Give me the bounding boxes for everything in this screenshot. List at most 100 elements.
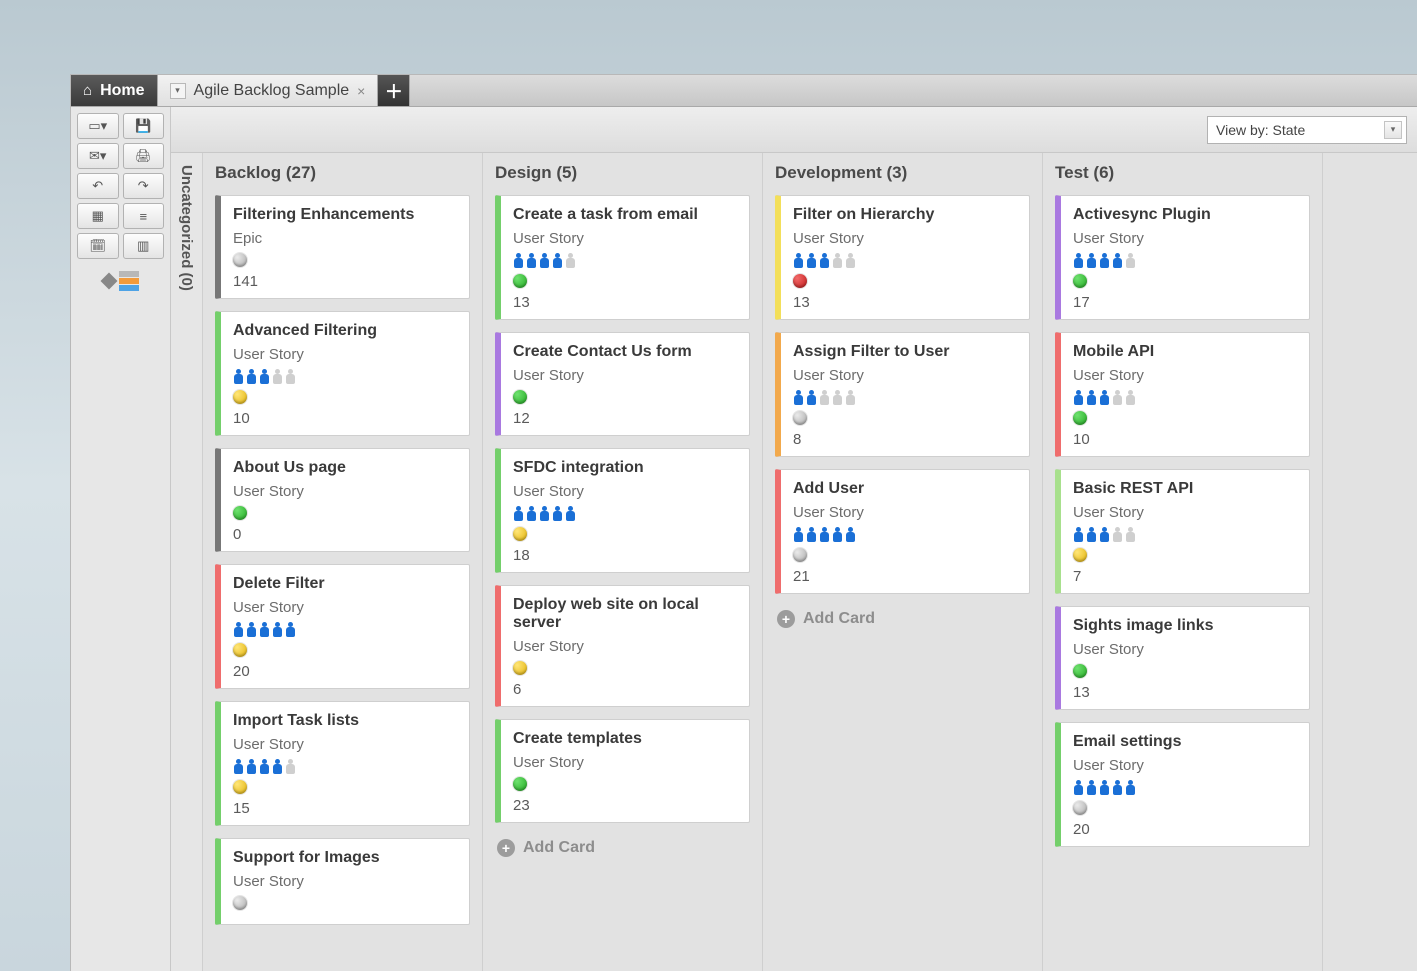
- board-card[interactable]: Create templatesUser Story23: [495, 719, 750, 823]
- card-title: Assign Filter to User: [793, 343, 1017, 361]
- board-card[interactable]: Filter on HierarchyUser Story13: [775, 195, 1030, 320]
- save-button[interactable]: 💾: [123, 113, 165, 139]
- card-people: [793, 253, 1017, 268]
- plus-circle-icon: +: [497, 839, 515, 857]
- left-toolbar: ▭▾ 💾 ✉▾ 🖨 ↶ ↷ ▦ ≡ 🗓 ▥: [71, 107, 171, 971]
- uncategorized-label: Uncategorized (0): [178, 165, 195, 291]
- print-button[interactable]: 🖨: [123, 143, 165, 169]
- status-dot: [1073, 801, 1087, 815]
- grid-button[interactable]: ▦: [77, 203, 119, 229]
- column-header: Design (5): [495, 163, 750, 183]
- new-button[interactable]: ▭▾: [77, 113, 119, 139]
- person-icon: [1086, 390, 1097, 405]
- status-dot: [233, 896, 247, 910]
- chevron-down-icon: ▾: [1384, 121, 1402, 139]
- board-column: Test (6)Activesync PluginUser Story17Mob…: [1043, 153, 1323, 971]
- board-card[interactable]: Assign Filter to UserUser Story8: [775, 332, 1030, 457]
- board-card[interactable]: Add UserUser Story21: [775, 469, 1030, 594]
- card-title: Filtering Enhancements: [233, 206, 457, 224]
- card-footer: [1073, 664, 1297, 678]
- board-columns: Uncategorized (0) Backlog (27) Filtering …: [171, 153, 1417, 971]
- board-card[interactable]: Create Contact Us formUser Story12: [495, 332, 750, 436]
- card-people: [233, 759, 457, 774]
- card-footer: [513, 661, 737, 675]
- board-card[interactable]: Mobile APIUser Story10: [1055, 332, 1310, 457]
- person-icon: [246, 622, 257, 637]
- card-footer: [233, 896, 457, 910]
- card-people: [1073, 253, 1297, 268]
- card-type: User Story: [233, 346, 457, 363]
- column-header: Test (6): [1055, 163, 1310, 183]
- calendar-button[interactable]: 🗓: [77, 233, 119, 259]
- card-title: Support for Images: [233, 849, 457, 867]
- person-icon: [526, 506, 537, 521]
- mail-button[interactable]: ✉▾: [77, 143, 119, 169]
- card-type: User Story: [1073, 230, 1297, 247]
- person-icon: [272, 369, 283, 384]
- person-icon: [272, 759, 283, 774]
- card-footer: [513, 390, 737, 404]
- board-card[interactable]: Create a task from emailUser Story13: [495, 195, 750, 320]
- add-card-button[interactable]: +Add Card: [775, 606, 1030, 632]
- person-icon: [819, 253, 830, 268]
- tab-document-label: Agile Backlog Sample: [194, 82, 350, 100]
- card-footer: [1073, 548, 1297, 562]
- column-header: Backlog (27): [215, 163, 470, 183]
- person-icon: [1073, 253, 1084, 268]
- card-type: User Story: [1073, 757, 1297, 774]
- card-footer: [513, 777, 737, 791]
- undo-button[interactable]: ↶: [77, 173, 119, 199]
- person-icon: [565, 253, 576, 268]
- board-card[interactable]: Email settingsUser Story20: [1055, 722, 1310, 847]
- add-card-button[interactable]: + Add Card: [495, 835, 750, 861]
- status-dot: [1073, 274, 1087, 288]
- card-people: [233, 622, 457, 637]
- redo-button[interactable]: ↷: [123, 173, 165, 199]
- view-by-select[interactable]: View by: State ▾: [1207, 116, 1407, 144]
- card-points: 21: [793, 568, 1017, 585]
- board-card[interactable]: Activesync PluginUser Story17: [1055, 195, 1310, 320]
- person-icon: [819, 527, 830, 542]
- board-card[interactable]: Deploy web site on local serverUser Stor…: [495, 585, 750, 707]
- board-card[interactable]: About Us pageUser Story0: [215, 448, 470, 552]
- person-icon: [793, 390, 804, 405]
- board-card[interactable]: Filtering EnhancementsEpic141: [215, 195, 470, 299]
- board-card[interactable]: Basic REST APIUser Story7: [1055, 469, 1310, 594]
- view-by-label: View by: State: [1216, 122, 1305, 138]
- person-icon: [513, 506, 524, 521]
- sliders-button[interactable]: ≡: [123, 203, 165, 229]
- card-title: Create templates: [513, 730, 737, 748]
- card-footer: [233, 643, 457, 657]
- board-card[interactable]: Support for ImagesUser Story: [215, 838, 470, 925]
- status-dot: [1073, 664, 1087, 678]
- undo-icon: ↶: [92, 178, 103, 194]
- tab-home[interactable]: ⌂ Home: [71, 75, 158, 106]
- uncategorized-strip[interactable]: Uncategorized (0): [171, 153, 203, 971]
- status-dot: [513, 390, 527, 404]
- card-type: Epic: [233, 230, 457, 247]
- board-card[interactable]: Import Task listsUser Story15: [215, 701, 470, 826]
- main-area: View by: State ▾ Uncategorized (0) Backl…: [171, 107, 1417, 971]
- board-card[interactable]: Delete FilterUser Story20: [215, 564, 470, 689]
- board-card[interactable]: Sights image linksUser Story13: [1055, 606, 1310, 710]
- person-icon: [513, 253, 524, 268]
- body-row: ▭▾ 💾 ✉▾ 🖨 ↶ ↷ ▦ ≡ 🗓 ▥: [71, 107, 1417, 971]
- tab-add-button[interactable]: ＋: [378, 75, 410, 106]
- tab-dropdown-icon[interactable]: ▾: [170, 83, 186, 99]
- person-icon: [845, 390, 856, 405]
- card-title: Basic REST API: [1073, 480, 1297, 498]
- card-type: User Story: [513, 230, 737, 247]
- kanban-button[interactable]: ▥: [123, 233, 165, 259]
- card-points: 13: [1073, 684, 1297, 701]
- add-card-label: Add Card: [523, 839, 595, 857]
- card-title: Delete Filter: [233, 575, 457, 593]
- board-card[interactable]: SFDC integrationUser Story18: [495, 448, 750, 573]
- card-points: 17: [1073, 294, 1297, 311]
- close-icon[interactable]: ×: [357, 83, 365, 99]
- card-type: User Story: [513, 483, 737, 500]
- card-points: 13: [793, 294, 1017, 311]
- tab-document[interactable]: ▾ Agile Backlog Sample ×: [158, 75, 379, 106]
- board-card[interactable]: Advanced FilteringUser Story10: [215, 311, 470, 436]
- person-icon: [1086, 527, 1097, 542]
- board-column: Development (3)Filter on HierarchyUser S…: [763, 153, 1043, 971]
